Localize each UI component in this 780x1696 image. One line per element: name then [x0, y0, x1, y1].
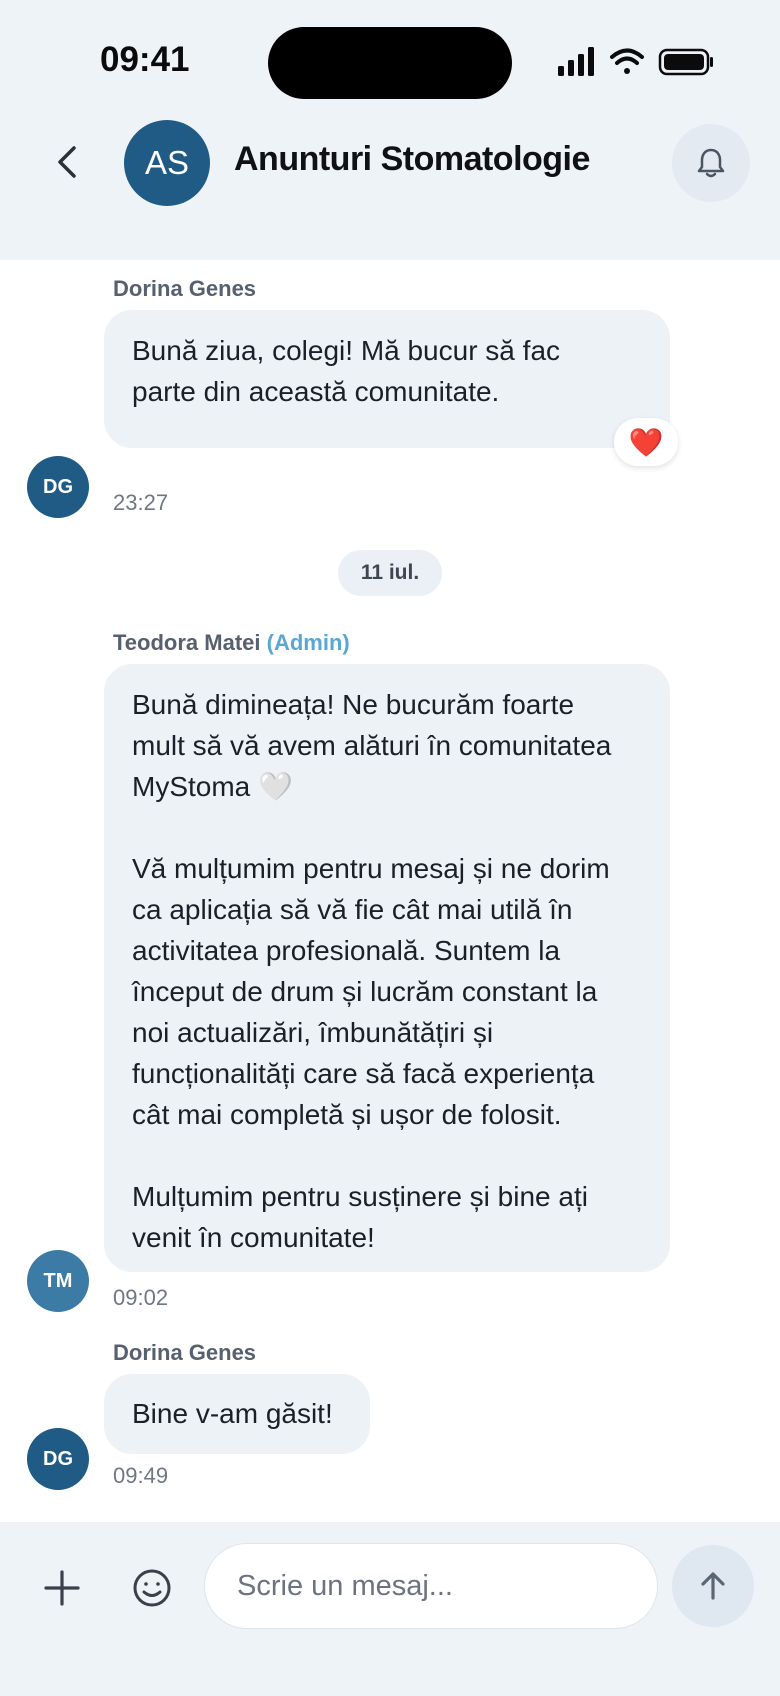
message-sender: Teodora Matei (Admin): [113, 630, 350, 656]
message-line: Vă mulțumim pentru mesaj și ne dorim: [132, 853, 610, 884]
heart-icon: ❤️: [628, 426, 664, 458]
heart-reaction[interactable]: ❤️: [614, 418, 678, 466]
message-sender: Dorina Genes: [113, 1340, 257, 1365]
smiley-icon: [133, 1569, 171, 1607]
attach-button[interactable]: [40, 1566, 84, 1610]
message-line: mult să vă avem alături în comunitatea: [132, 730, 612, 761]
notifications-button[interactable]: [672, 124, 750, 202]
message-line: Bine v-am găsit!: [132, 1398, 333, 1429]
message-line: cât mai completă și ușor de folosit.: [132, 1099, 562, 1130]
back-button[interactable]: [50, 140, 86, 184]
date-separator: 11 iul.: [338, 550, 442, 596]
dynamic-island: [268, 27, 512, 99]
message-sender: Dorina Genes: [113, 276, 257, 301]
chevron-left-icon: [58, 146, 76, 178]
message-line: Bună ziua, colegi! Mă bucur să fac: [132, 335, 561, 366]
bell-icon: [697, 148, 725, 178]
sender-name: Teodora Matei: [113, 630, 261, 655]
message-line: [132, 1135, 642, 1176]
message-line: MyStoma 🤍: [132, 771, 293, 802]
chat-title[interactable]: Anunturi Stomatologie: [234, 140, 590, 179]
message-bubble[interactable]: Bine v-am găsit!: [104, 1374, 370, 1454]
avatar[interactable]: DG: [27, 456, 89, 518]
admin-label: (Admin): [266, 630, 350, 655]
wifi-icon: [610, 48, 644, 74]
message-line: ca aplicația să vă fie cât mai utilă în: [132, 894, 573, 925]
message-line: Mulțumim pentru susținere și bine ați: [132, 1181, 588, 1212]
message-line: funcționalități care să facă experiența: [132, 1058, 595, 1089]
message-time: 09:49: [113, 1463, 169, 1488]
group-avatar[interactable]: AS: [124, 120, 210, 206]
message-line: Bună dimineața! Ne bucurăm foarte: [132, 689, 575, 720]
arrow-up-icon: [701, 1572, 725, 1600]
message-bubble[interactable]: Bună ziua, colegi! Mă bucur să fac parte…: [104, 310, 670, 448]
message-line: noi actualizări, îmbunătățiri și: [132, 1017, 494, 1048]
plus-icon: [44, 1570, 80, 1606]
avatar[interactable]: DG: [27, 1428, 89, 1490]
message-input[interactable]: [204, 1543, 658, 1629]
message-line: venit în comunitate!: [132, 1222, 375, 1253]
message-bubble[interactable]: Bună dimineața! Ne bucurăm foarte mult s…: [104, 664, 670, 1272]
emoji-button[interactable]: [130, 1566, 174, 1610]
avatar[interactable]: TM: [27, 1250, 89, 1312]
message-time: 09:02: [113, 1285, 169, 1310]
signal-icon: [558, 47, 594, 76]
status-icons: [558, 47, 713, 76]
message-line: activitatea profesională. Suntem la: [132, 935, 561, 966]
message-line: început de drum și lucrăm constant la: [132, 976, 598, 1007]
message-line: parte din această comunitate.: [132, 376, 500, 407]
send-button[interactable]: [672, 1545, 754, 1627]
status-time: 09:41: [100, 40, 190, 79]
battery-icon: [658, 48, 713, 76]
message-time: 23:27: [113, 490, 169, 515]
message-line: [132, 807, 642, 848]
